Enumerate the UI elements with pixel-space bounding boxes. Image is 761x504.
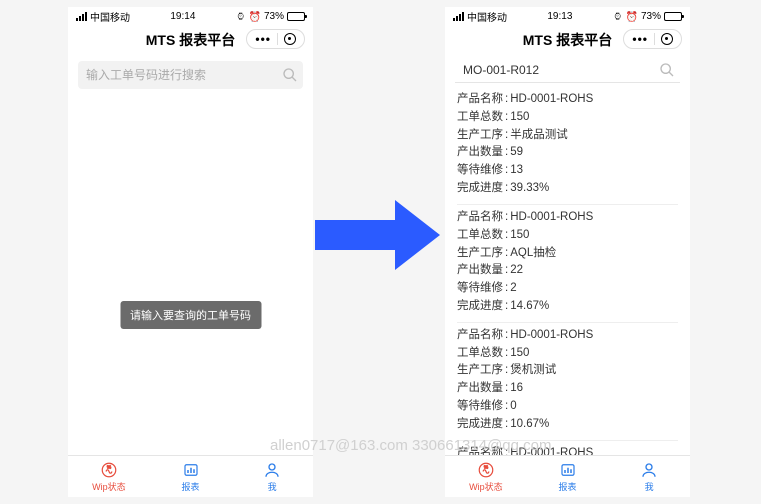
result-row-product: 产品名称:HD-0001-ROHS <box>457 327 678 345</box>
arrow-icon <box>315 200 440 270</box>
battery-pct: 73% <box>641 11 661 22</box>
result-row-process: 生产工序:煲机测试 <box>457 362 678 380</box>
wip-icon: % <box>477 461 495 479</box>
result-row-progress: 完成进度:14.67% <box>457 298 678 316</box>
alarm-icon: ⌚︎ ⏰ <box>236 9 261 24</box>
battery-icon <box>287 12 305 21</box>
status-time: 19:14 <box>170 11 195 22</box>
page-title: MTS 报表平台 <box>146 30 235 50</box>
result-row-output: 产出数量:59 <box>457 144 678 162</box>
result-row-pending: 等待维修:13 <box>457 162 678 180</box>
status-time: 19:13 <box>547 11 572 22</box>
result-block[interactable]: 产品名称:HD-0001-ROHS工单总数:150生产工序:半成品测试产出数量:… <box>457 87 678 204</box>
miniprogram-actions[interactable]: ••• <box>623 29 682 49</box>
status-bar: 中国移动 19:14 ⌚︎ ⏰ 73% <box>68 7 313 25</box>
tab-report[interactable]: 报表 <box>527 456 609 497</box>
report-icon <box>559 461 577 479</box>
me-icon <box>263 461 281 479</box>
tab-wip-label: Wip状态 <box>469 480 503 493</box>
result-row-product: 产品名称:HD-0001-ROHS <box>457 209 678 227</box>
result-row-product: 产品名称:HD-0001-ROHS <box>457 91 678 109</box>
tab-wip-label: Wip状态 <box>92 480 126 493</box>
result-row-pending: 等待维修:0 <box>457 398 678 416</box>
result-block[interactable]: 产品名称:HD-0001-ROHS工单总数:150生产工序:包装产出数量:13等… <box>457 440 678 455</box>
result-row-total: 工单总数:150 <box>457 227 678 245</box>
result-row-process: 生产工序:AQL抽检 <box>457 245 678 263</box>
close-target-icon[interactable] <box>284 33 296 45</box>
signal-icon <box>453 12 464 21</box>
search-row[interactable] <box>455 57 680 83</box>
battery-icon <box>664 12 682 21</box>
tab-me[interactable]: 我 <box>231 456 313 497</box>
result-row-process: 生产工序:半成品测试 <box>457 127 678 145</box>
title-bar: MTS 报表平台 ••• <box>445 25 690 55</box>
search-input[interactable] <box>455 63 654 77</box>
miniprogram-actions[interactable]: ••• <box>246 29 305 49</box>
result-block[interactable]: 产品名称:HD-0001-ROHS工单总数:150生产工序:AQL抽检产出数量:… <box>457 204 678 322</box>
separator <box>277 33 278 45</box>
result-row-total: 工单总数:150 <box>457 345 678 363</box>
battery-pct: 73% <box>264 11 284 22</box>
me-icon <box>640 461 658 479</box>
phone-body-results[interactable]: 产品名称:HD-0001-ROHS工单总数:150生产工序:半成品测试产出数量:… <box>445 83 690 455</box>
result-row-progress: 完成进度:10.67% <box>457 416 678 434</box>
tab-me[interactable]: 我 <box>608 456 690 497</box>
more-icon[interactable]: ••• <box>632 32 648 46</box>
title-bar: MTS 报表平台 ••• <box>68 25 313 55</box>
result-row-progress: 完成进度:39.33% <box>457 180 678 198</box>
result-row-product: 产品名称:HD-0001-ROHS <box>457 445 678 455</box>
status-bar: 中国移动 19:13 ⌚︎ ⏰ 73% <box>445 7 690 25</box>
svg-text:%: % <box>107 464 111 469</box>
phone-body-empty: 请输入要查询的工单号码 <box>68 93 313 455</box>
tab-wip[interactable]: % Wip状态 <box>68 456 150 497</box>
close-target-icon[interactable] <box>661 33 673 45</box>
search-row[interactable] <box>78 61 303 89</box>
empty-toast: 请输入要查询的工单号码 <box>120 301 261 329</box>
page-title: MTS 报表平台 <box>523 30 612 50</box>
result-row-total: 工单总数:150 <box>457 109 678 127</box>
phone-right: 中国移动 19:13 ⌚︎ ⏰ 73% MTS 报表平台 ••• 产品名称:HD… <box>445 7 690 497</box>
tab-report-label: 报表 <box>559 480 577 493</box>
tab-report-label: 报表 <box>182 480 200 493</box>
result-block[interactable]: 产品名称:HD-0001-ROHS工单总数:150生产工序:煲机测试产出数量:1… <box>457 322 678 440</box>
tab-report[interactable]: 报表 <box>150 456 232 497</box>
tab-bar: % Wip状态 报表 我 <box>445 455 690 497</box>
alarm-icon: ⌚︎ ⏰ <box>613 9 638 24</box>
results-list[interactable]: 产品名称:HD-0001-ROHS工单总数:150生产工序:半成品测试产出数量:… <box>445 83 690 455</box>
tab-me-label: 我 <box>645 480 654 493</box>
svg-text:%: % <box>484 464 488 469</box>
separator <box>654 33 655 45</box>
phone-left: 中国移动 19:14 ⌚︎ ⏰ 73% MTS 报表平台 ••• 请输入要查询的… <box>68 7 313 497</box>
result-row-output: 产出数量:22 <box>457 262 678 280</box>
tab-me-label: 我 <box>268 480 277 493</box>
tab-wip[interactable]: % Wip状态 <box>445 456 527 497</box>
result-row-output: 产出数量:16 <box>457 380 678 398</box>
search-input[interactable] <box>78 68 277 82</box>
report-icon <box>182 461 200 479</box>
tab-bar: % Wip状态 报表 我 <box>68 455 313 497</box>
carrier-label: 中国移动 <box>90 9 130 24</box>
carrier-label: 中国移动 <box>467 9 507 24</box>
search-icon[interactable] <box>277 62 303 88</box>
signal-icon <box>76 12 87 21</box>
more-icon[interactable]: ••• <box>255 32 271 46</box>
search-icon[interactable] <box>654 57 680 83</box>
result-row-pending: 等待维修:2 <box>457 280 678 298</box>
wip-icon: % <box>100 461 118 479</box>
